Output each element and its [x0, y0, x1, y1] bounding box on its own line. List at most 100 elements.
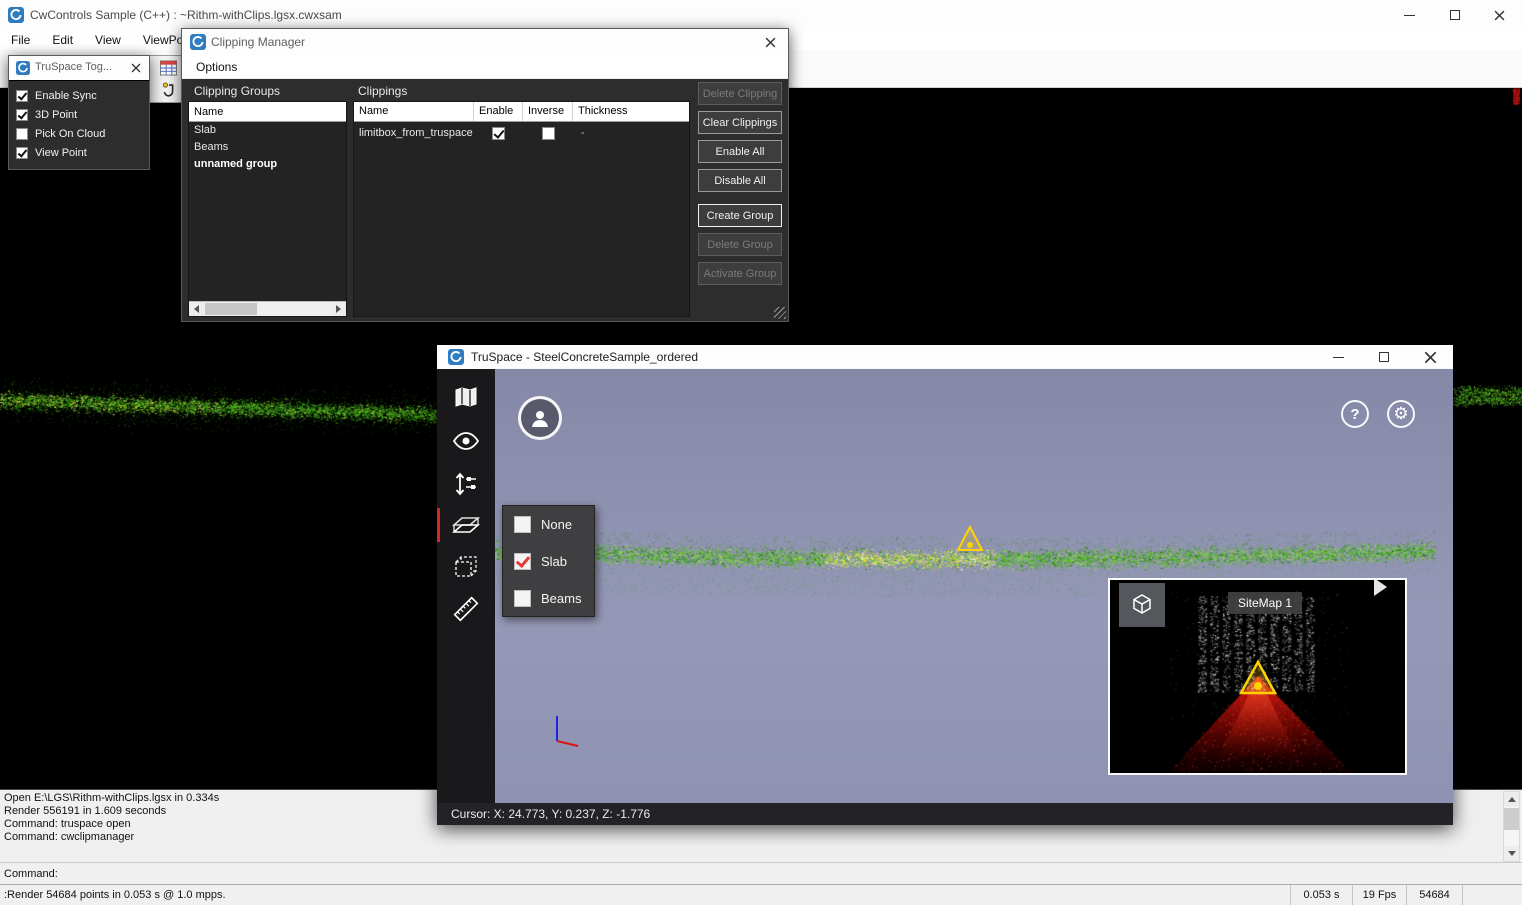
status-bar: :Render 54684 points in 0.053 s @ 1.0 mp… [0, 884, 1522, 905]
toggle-view-point[interactable]: View Point [9, 143, 149, 162]
clip-option-label: Slab [541, 554, 567, 569]
clip-option-beams[interactable]: Beams [503, 580, 594, 617]
scrollbar-thumb[interactable] [1504, 808, 1519, 830]
truspace-minimize-button[interactable] [1315, 345, 1361, 369]
close-icon [1424, 351, 1437, 364]
desktop: CwControls Sample (C++) : ~Rithm-withCli… [0, 0, 1522, 905]
clip-option-none[interactable]: None [503, 506, 594, 543]
group-row-beams[interactable]: Beams [189, 139, 346, 156]
limitbox-tool-button[interactable] [450, 551, 482, 583]
menu-options[interactable]: Options [182, 55, 251, 78]
elevation-icon [452, 470, 480, 498]
enable-cell [474, 127, 523, 140]
clip-option-slab[interactable]: Slab [503, 543, 594, 580]
eye-icon [452, 427, 480, 455]
minimize-icon [1404, 15, 1415, 16]
none-checkbox[interactable] [514, 516, 531, 533]
main-minimize-button[interactable] [1387, 0, 1432, 30]
view-point-checkbox[interactable] [16, 147, 28, 159]
sitemap-panel[interactable]: SiteMap 1 [1108, 578, 1407, 775]
measure-tool-button[interactable] [450, 593, 482, 625]
truspace-maximize-button[interactable] [1361, 345, 1407, 369]
inverse-checkbox[interactable] [542, 127, 555, 140]
toolbar-fragment-icon[interactable] [160, 81, 178, 99]
clear-clippings-button[interactable]: Clear Clippings [698, 111, 782, 134]
col-enable[interactable]: Enable [474, 102, 523, 121]
settings-button[interactable]: ⚙ [1387, 400, 1415, 428]
scroll-left-button[interactable] [189, 302, 204, 316]
clippings-header-row: Name Enable Inverse Thickness [354, 102, 689, 122]
clipping-row[interactable]: limitbox_from_truspace - [354, 122, 689, 144]
dialog-logo-icon [190, 34, 206, 50]
truspace-toggles-dialog: TruSpace Tog... Enable Sync 3D Point Pic… [8, 55, 150, 170]
maximize-icon [1379, 352, 1389, 362]
sitemap-tool-button[interactable] [450, 381, 482, 413]
delete-clipping-button[interactable]: Delete Clipping [698, 82, 782, 105]
clipping-tool-button[interactable] [450, 510, 482, 542]
arrow-up-icon [1508, 797, 1516, 802]
scan-position-marker [955, 524, 985, 554]
clippings-table: Name Enable Inverse Thickness limitbox_f… [353, 101, 690, 317]
clipping-manager-titlebar: Clipping Manager [182, 29, 788, 55]
create-group-button[interactable]: Create Group [698, 204, 782, 227]
menu-edit[interactable]: Edit [41, 30, 84, 50]
ruler-icon [452, 595, 480, 623]
minimize-icon [1333, 357, 1344, 358]
menu-file[interactable]: File [0, 30, 41, 50]
beams-checkbox[interactable] [514, 590, 531, 607]
group-row-slab[interactable]: Slab [189, 122, 346, 139]
panel-expand-chevron[interactable] [1374, 578, 1387, 596]
toggles-close-button[interactable] [123, 56, 149, 80]
app-logo-icon [8, 7, 24, 23]
group-row-unnamed[interactable]: unnamed group [189, 156, 346, 173]
scrollbar-thumb[interactable] [205, 303, 257, 315]
maximize-icon [1450, 10, 1460, 20]
view-tool-button[interactable] [450, 425, 482, 457]
clip-option-label: None [541, 517, 572, 532]
person-icon [528, 406, 552, 430]
delete-group-button[interactable]: Delete Group [698, 233, 782, 256]
cursor-coordinates: Cursor: X: 24.773, Y: 0.237, Z: -1.776 [451, 807, 650, 821]
help-button[interactable]: ? [1341, 400, 1369, 428]
pick-on-cloud-checkbox[interactable] [16, 128, 28, 140]
disable-all-button[interactable]: Disable All [698, 169, 782, 192]
main-maximize-button[interactable] [1432, 0, 1477, 30]
cursor-coordinates-bar: Cursor: X: 24.773, Y: 0.237, Z: -1.776 [437, 803, 1453, 825]
dialog-logo-icon [16, 61, 30, 75]
log-scrollbar[interactable] [1503, 791, 1520, 862]
command-input[interactable] [62, 866, 1514, 882]
clipping-manager-close-button[interactable] [752, 29, 788, 55]
col-thickness[interactable]: Thickness [573, 102, 689, 121]
toggle-pick-on-cloud[interactable]: Pick On Cloud [9, 124, 149, 143]
groups-hscrollbar[interactable] [189, 301, 346, 316]
scroll-down-button[interactable] [1504, 846, 1519, 861]
close-icon [765, 37, 776, 48]
toggle-label: 3D Point [35, 109, 77, 121]
toggle-3d-point[interactable]: 3D Point [9, 105, 149, 124]
truspace-close-button[interactable] [1407, 345, 1453, 369]
toolbar-fragment-icon[interactable] [160, 60, 177, 76]
sitemap-3d-button[interactable] [1119, 583, 1165, 627]
clipping-name: limitbox_from_truspace [354, 127, 474, 139]
activate-group-button[interactable]: Activate Group [698, 262, 782, 285]
scroll-up-button[interactable] [1504, 792, 1519, 807]
enable-checkbox[interactable] [492, 127, 505, 140]
arrow-down-icon [1508, 851, 1516, 856]
toggle-label: Enable Sync [35, 90, 97, 102]
enable-sync-checkbox[interactable] [16, 90, 28, 102]
menu-view[interactable]: View [84, 30, 132, 50]
active-tool-indicator [437, 508, 440, 542]
resize-grip[interactable] [774, 307, 786, 319]
toggle-enable-sync[interactable]: Enable Sync [9, 86, 149, 105]
status-fps: 19 Fps [1352, 885, 1406, 905]
groups-panel-label: Clipping Groups [194, 84, 280, 98]
scroll-right-button[interactable] [331, 302, 346, 316]
elevation-tool-button[interactable] [450, 468, 482, 500]
3d-point-checkbox[interactable] [16, 109, 28, 121]
col-inverse[interactable]: Inverse [523, 102, 573, 121]
enable-all-button[interactable]: Enable All [698, 140, 782, 163]
col-name[interactable]: Name [354, 102, 474, 121]
panoramic-view-button[interactable] [518, 396, 562, 440]
main-close-button[interactable] [1477, 0, 1522, 30]
slab-checkbox[interactable] [514, 553, 531, 570]
